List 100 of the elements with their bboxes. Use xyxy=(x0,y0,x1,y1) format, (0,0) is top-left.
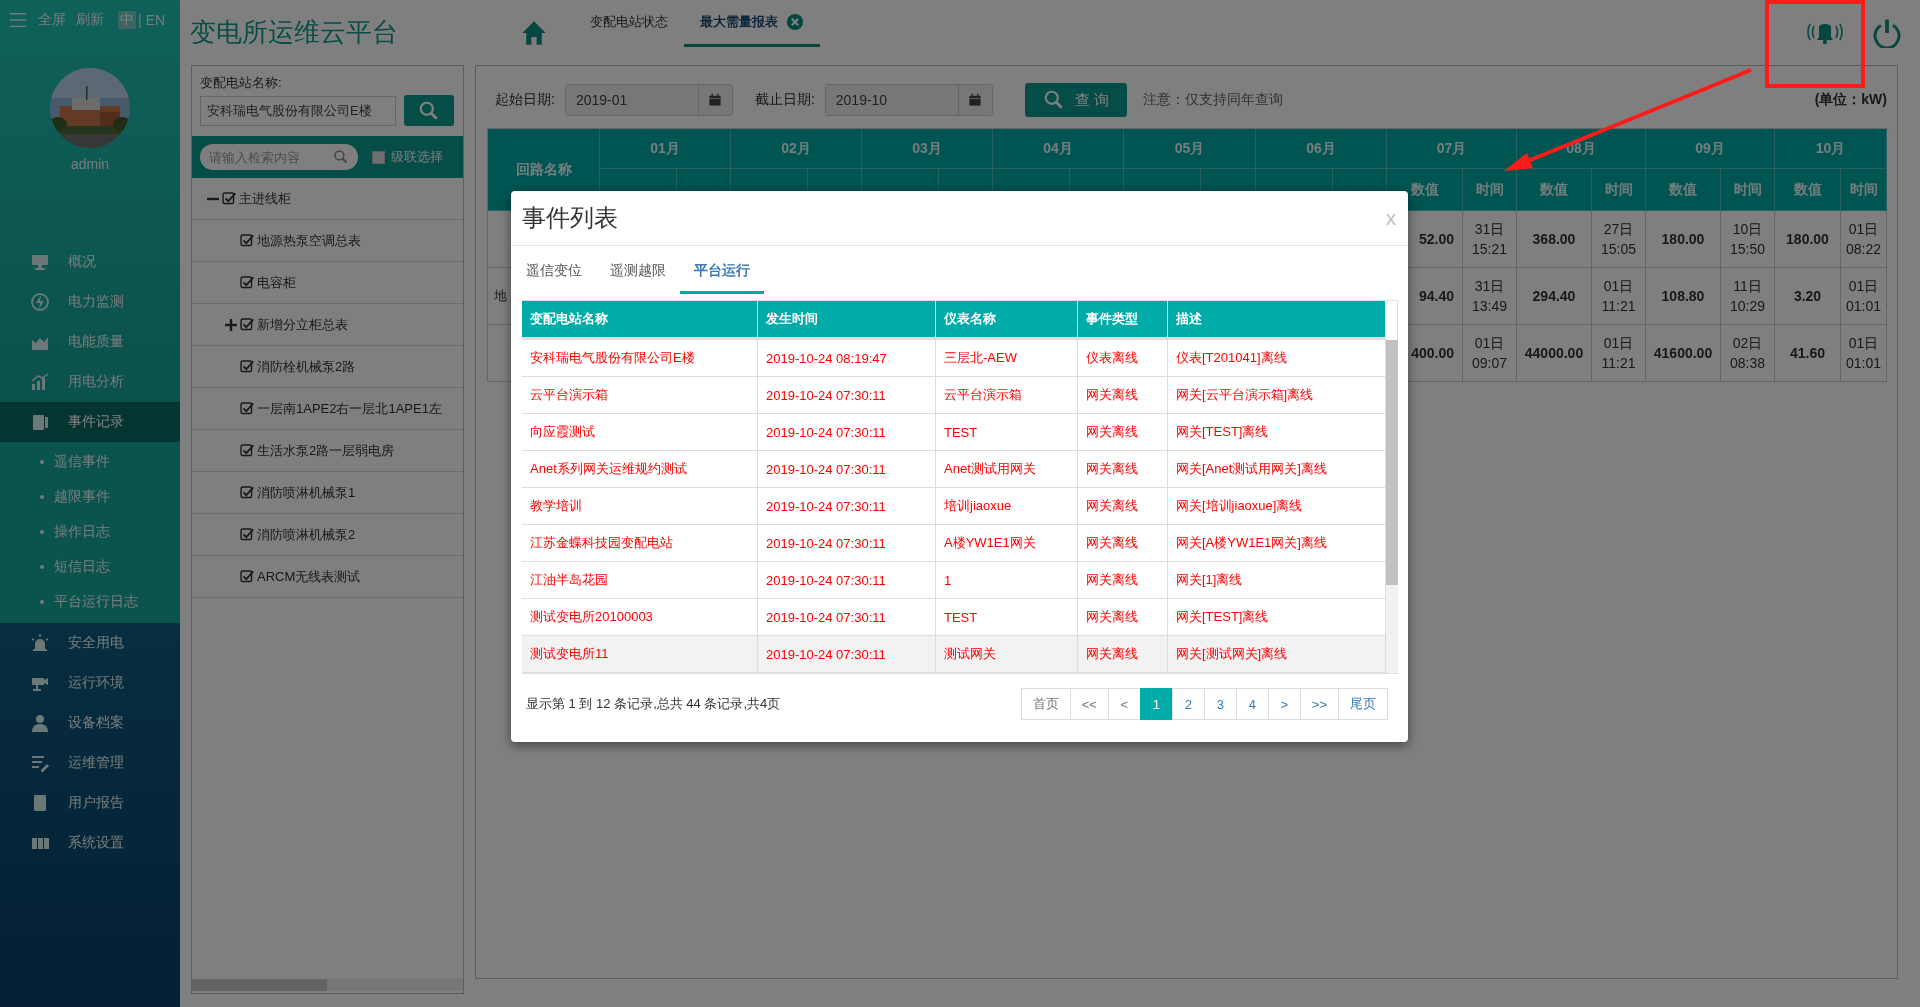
tab[interactable]: 平台运行 xyxy=(680,250,764,294)
tree-item[interactable]: 电容柜 xyxy=(257,273,296,292)
table-cell: 网关离线 xyxy=(1078,414,1168,451)
page-button[interactable]: > xyxy=(1267,688,1301,720)
tree-item[interactable]: 消防喷淋机械泵1 xyxy=(257,483,356,502)
header-cell: 05月 xyxy=(1124,129,1256,169)
menu-item[interactable]: 运行环境 xyxy=(0,663,180,703)
station-field[interactable]: 安科瑞电气股份有限公司E楼 xyxy=(200,95,396,126)
table-cell: 测试变电所11 xyxy=(522,636,758,673)
table-cell: 江苏金蝶科技园变配电站 xyxy=(522,525,758,562)
table-cell: 108.80 xyxy=(1646,268,1721,325)
menu-item[interactable]: 用电分析 xyxy=(0,362,180,402)
checkbox[interactable] xyxy=(240,485,254,500)
header-cell: 10月 xyxy=(1775,129,1887,169)
submenu-item[interactable]: 越限事件 xyxy=(0,479,180,514)
header-cell: 07月 xyxy=(1387,129,1517,169)
tree-item[interactable]: 主进线柜 xyxy=(239,189,291,208)
vertical-scrollbar[interactable] xyxy=(1386,340,1398,673)
submenu-item[interactable]: 遥信事件 xyxy=(0,444,180,479)
submenu-item[interactable]: 平台运行日志 xyxy=(0,584,180,619)
column-header: 发生时间 xyxy=(758,301,936,340)
page-button[interactable]: 4 xyxy=(1235,688,1269,720)
menu-item[interactable]: 电能质量 xyxy=(0,322,180,362)
checkbox[interactable] xyxy=(240,443,254,458)
checkbox[interactable] xyxy=(240,569,254,584)
bullet-icon xyxy=(40,529,44,534)
menu-item[interactable]: 用户报告 xyxy=(0,783,180,823)
table-cell: TEST xyxy=(936,414,1078,451)
menu-item[interactable]: 系统设置 xyxy=(0,823,180,863)
user-name: admin xyxy=(70,156,110,172)
scrollbar-thumb[interactable] xyxy=(1386,340,1398,585)
column-header: 仪表名称 xyxy=(936,301,1078,340)
table-cell: 02日 08:38 xyxy=(1721,325,1775,382)
checkbox[interactable] xyxy=(240,527,254,542)
table-cell: 180.00 xyxy=(1646,211,1721,268)
table-cell: 网关离线 xyxy=(1078,525,1168,562)
table-cell: 网关[TEST]离线 xyxy=(1168,599,1386,636)
page-button[interactable]: 2 xyxy=(1171,688,1205,720)
tree-item[interactable]: 新增分立柜总表 xyxy=(257,315,348,334)
table-cell: A楼YW1E1网关 xyxy=(936,525,1078,562)
table-cell: 2019-10-24 07:30:11 xyxy=(758,562,936,599)
checkbox[interactable] xyxy=(240,275,254,290)
submenu-item[interactable]: 操作日志 xyxy=(0,514,180,549)
table-cell: 网关离线 xyxy=(1078,488,1168,525)
tree-item[interactable]: 消防喷淋机械泵2 xyxy=(257,525,356,544)
scrollbar-thumb[interactable] xyxy=(192,979,327,991)
menu-item[interactable]: 概况 xyxy=(0,242,180,282)
header-cell: 06月 xyxy=(1256,129,1387,169)
page-button[interactable]: 尾页 xyxy=(1338,688,1388,720)
bullet-icon xyxy=(40,564,44,569)
monitor-icon xyxy=(30,252,50,272)
power-icon[interactable] xyxy=(1872,17,1902,48)
page-tab[interactable]: 变配电站状态 xyxy=(574,0,684,47)
tree-item[interactable]: 地源热泵空调总表 xyxy=(257,231,361,250)
tree-item[interactable]: 消防栓机械泵2路 xyxy=(257,357,356,376)
search-button[interactable] xyxy=(404,95,454,126)
menu-item[interactable]: 运维管理 xyxy=(0,743,180,783)
table-cell: 云平台演示箱 xyxy=(936,377,1078,414)
menu-item[interactable]: 设备档案 xyxy=(0,703,180,743)
table-cell: 网关[测试网关]离线 xyxy=(1168,636,1386,673)
bolt-icon xyxy=(30,292,50,312)
home-icon[interactable] xyxy=(520,19,548,46)
table-cell: 11日 10:29 xyxy=(1721,268,1775,325)
query-button[interactable]: 查 询 xyxy=(1024,83,1127,117)
submenu-item[interactable]: 短信日志 xyxy=(0,549,180,584)
menu-item[interactable]: 安全用电 xyxy=(0,623,180,663)
column-header: 事件类型 xyxy=(1078,301,1168,340)
page-button[interactable]: 3 xyxy=(1203,688,1237,720)
horizontal-scrollbar[interactable] xyxy=(192,979,463,991)
checkbox[interactable] xyxy=(240,359,254,374)
header-cell: 数值 xyxy=(1646,169,1721,211)
checkbox[interactable] xyxy=(222,191,236,206)
record-summary: 显示第 1 到 12 条记录,总共 44 条记录,共4页 xyxy=(526,695,781,713)
page-button[interactable]: >> xyxy=(1299,688,1339,720)
bullet-icon xyxy=(40,459,44,464)
table-cell: 2019-10-24 08:19:47 xyxy=(758,340,936,377)
header-cell: 数值 xyxy=(1775,169,1841,211)
plus-icon[interactable] xyxy=(225,318,237,331)
menu-item[interactable]: 事件记录 xyxy=(0,402,180,442)
header-cell: 09月 xyxy=(1646,129,1775,169)
checkbox[interactable] xyxy=(240,317,254,332)
close-icon[interactable] xyxy=(786,13,804,31)
header-cell: 02月 xyxy=(731,129,862,169)
menu-item[interactable]: 电力监测 xyxy=(0,282,180,322)
table-cell: 180.00 xyxy=(1775,211,1841,268)
table-cell: 01日 09:07 xyxy=(1463,325,1517,382)
person-icon xyxy=(30,713,50,733)
table-cell: 网关离线 xyxy=(1078,451,1168,488)
page-button[interactable]: 1 xyxy=(1139,688,1173,720)
bullet-icon xyxy=(40,494,44,499)
checkbox[interactable] xyxy=(372,150,385,164)
table-cell: 测试网关 xyxy=(936,636,1078,673)
header-cell: 时间 xyxy=(1841,169,1887,211)
table-cell: 44000.00 xyxy=(1517,325,1592,382)
app-title: 变电所运维云平台 xyxy=(190,16,399,49)
tree-item[interactable]: ARCM无线表测试 xyxy=(257,567,361,586)
page-tab[interactable]: 最大需量报表 xyxy=(684,0,820,47)
checkbox[interactable] xyxy=(240,233,254,248)
checkbox[interactable] xyxy=(240,401,254,416)
separator-text: | xyxy=(138,12,142,28)
